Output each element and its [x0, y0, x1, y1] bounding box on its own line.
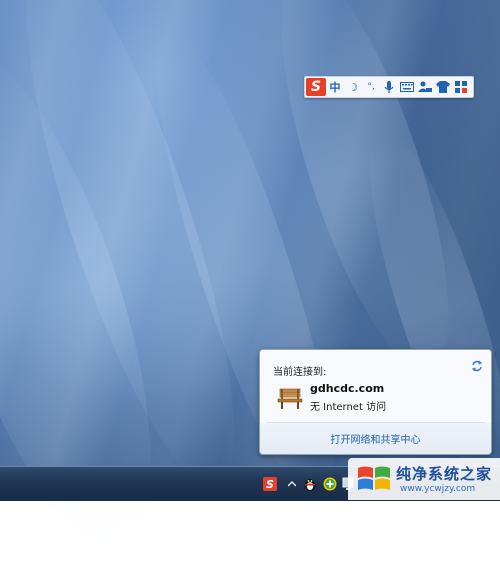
public-network-bench-icon [277, 388, 303, 409]
refresh-icon[interactable] [471, 360, 483, 372]
user-icon[interactable] [416, 78, 434, 96]
watermark-title: 纯净系统之家 [396, 465, 493, 483]
grid-icon[interactable] [452, 78, 470, 96]
green-shield-plus-icon[interactable] [322, 476, 338, 492]
open-network-center-link[interactable]: 打开网络和共享中心 [260, 431, 491, 446]
keyboard-icon[interactable] [398, 78, 416, 96]
windows-logo-icon [358, 466, 390, 490]
connected-to-label: 当前连接到: [273, 367, 327, 378]
sogou-tray-icon[interactable]: S [262, 476, 278, 492]
connection-item[interactable]: gdhcdc.com 无 Internet 访问 [273, 382, 473, 416]
moon-icon[interactable]: ☽ [344, 78, 362, 96]
network-status: 无 Internet 访问 [310, 402, 387, 413]
network-name: gdhcdc.com [310, 382, 385, 395]
sogou-logo-icon[interactable]: S [306, 78, 326, 96]
network-connection-popup: 当前连接到: gdhcdc.com 无 Internet 访问 打开网络和共享中… [259, 349, 492, 455]
show-hidden-icons-chevron-icon[interactable] [284, 476, 300, 492]
chinese-mode-icon[interactable]: 中 [326, 78, 344, 96]
ime-toolbar[interactable]: S 中 ☽ °, [304, 76, 474, 98]
watermark: 纯净系统之家 www.ycwjzy.com [348, 458, 500, 500]
punctuation-icon[interactable]: °, [362, 78, 380, 96]
divider [266, 422, 485, 423]
qq-penguin-icon[interactable] [302, 476, 318, 492]
shirt-icon[interactable] [434, 78, 452, 96]
watermark-url: www.ycwjzy.com [400, 484, 476, 494]
microphone-icon[interactable] [380, 78, 398, 96]
